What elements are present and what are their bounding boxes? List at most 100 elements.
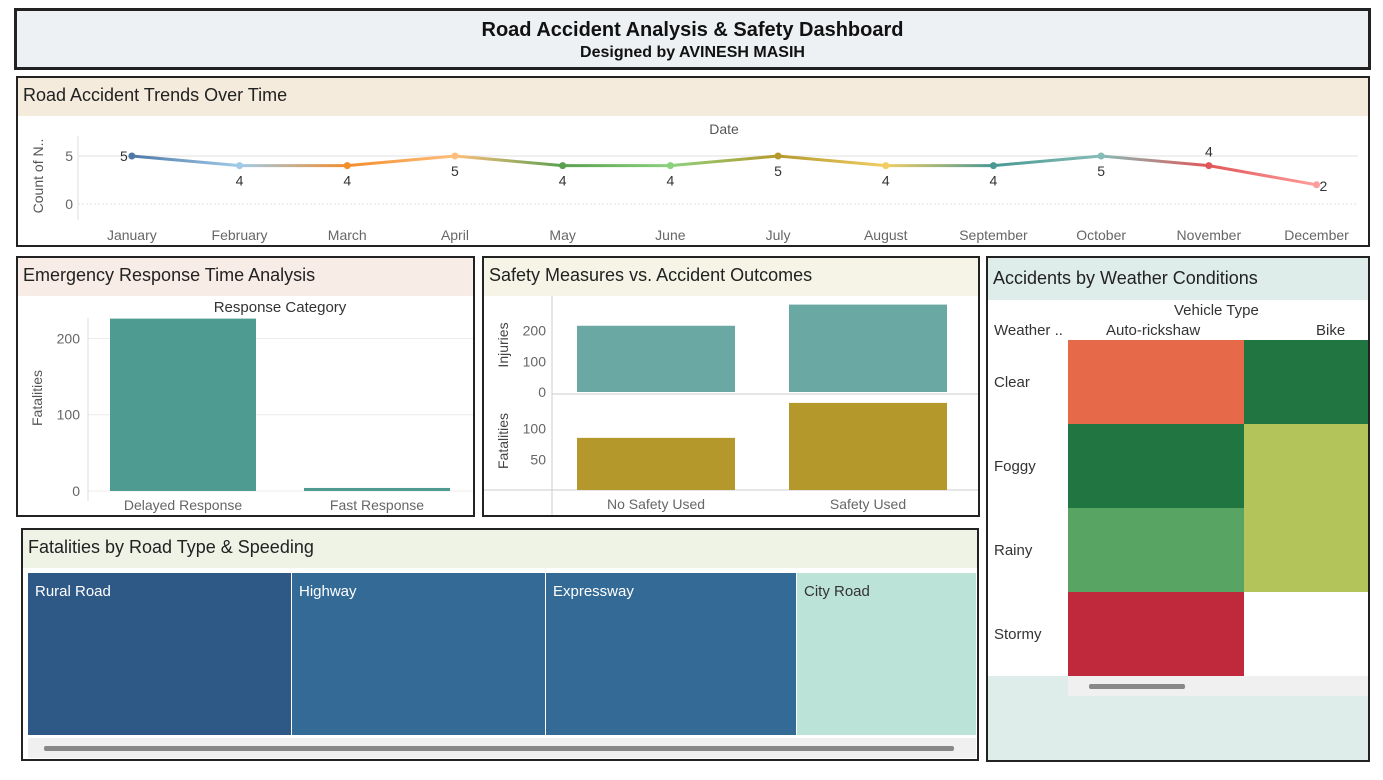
- trend-y-axis-label: Count of N..: [30, 139, 46, 214]
- trend-data-label-march: 4: [343, 173, 351, 189]
- trend-line-segment: [1207, 164, 1319, 187]
- heatmap-cell-rainy-auto-rickshaw[interactable]: [1068, 508, 1244, 592]
- treemap-cell-rural-road[interactable]: Rural Road: [28, 573, 291, 735]
- trend-y-tick: 5: [65, 148, 73, 164]
- safety-y-tick-injuries: 0: [538, 384, 546, 400]
- trend-x-tick-november: November: [1177, 227, 1242, 243]
- heatmap-scrollbar[interactable]: [1068, 676, 1368, 696]
- treemap-cell-city-road[interactable]: City Road: [797, 573, 976, 735]
- trend-x-tick-june: June: [655, 227, 686, 243]
- safety-bar-chart: Injuries 0 100 200 Fatalities 50 100 No Safety …: [484, 296, 978, 515]
- trend-x-tick-october: October: [1076, 227, 1126, 243]
- heatmap-cell-clear-bike[interactable]: [1244, 340, 1368, 424]
- trend-point-august: [882, 162, 890, 170]
- trend-x-tick-january: January: [107, 227, 157, 243]
- trend-chart-title: Date: [709, 121, 739, 137]
- safety-panel-title: Safety Measures vs. Accident Outcomes: [489, 265, 813, 285]
- treemap-label-highway: Highway: [299, 583, 357, 600]
- trend-data-label-april: 5: [451, 163, 459, 179]
- response-y-tick: 100: [57, 407, 81, 423]
- trend-line-chart: Date Count of N.. 0 5 5 January 4 February 4 Marc…: [30, 121, 1358, 243]
- trend-point-february: [236, 162, 244, 170]
- treemap-label-city-road: City Road: [804, 583, 870, 600]
- trend-point-october: [1097, 152, 1105, 160]
- dashboard-title: Road Accident Analysis & Safety Dashboar…: [481, 19, 904, 41]
- trend-line-segment: [345, 154, 457, 168]
- treemap-panel: Fatalities by Road Type & Speeding Rural…: [21, 528, 979, 761]
- heatmap-row-foggy: Foggy: [994, 458, 1036, 475]
- trend-data-label-august: 4: [882, 173, 890, 189]
- safety-bar-fatalities-no-safety-used: [577, 437, 735, 490]
- trend-line-segment: [453, 154, 565, 168]
- trend-point-may: [559, 162, 567, 170]
- trend-point-november: [1205, 162, 1213, 170]
- safety-bar-injuries-safety-used: [789, 304, 947, 392]
- treemap-panel-title: Fatalities by Road Type & Speeding: [28, 537, 314, 557]
- heatmap-cell-foggy-auto-rickshaw[interactable]: [1068, 424, 1244, 508]
- trend-point-june: [666, 162, 674, 170]
- response-bar-fast-response: [304, 487, 450, 491]
- trend-point-march: [343, 162, 351, 170]
- trend-x-tick-april: April: [441, 227, 469, 243]
- safety-bar-fatalities-safety-used: [789, 402, 947, 490]
- trend-data-label-july: 5: [774, 163, 782, 179]
- safety-x-tick-safety-used: Safety Used: [830, 496, 906, 512]
- trend-point-april: [451, 152, 459, 160]
- trend-line-segment: [130, 154, 242, 168]
- trend-data-label-november: 4: [1205, 144, 1213, 160]
- heatmap-col-bike: Bike: [1316, 322, 1346, 339]
- heatmap-grid: Clear Foggy Rainy Stormy: [988, 340, 1368, 676]
- response-panel: Emergency Response Time Analysis Respons…: [16, 256, 475, 517]
- safety-y-tick-injuries: 100: [523, 353, 547, 369]
- treemap-cell-expressway[interactable]: Expressway: [546, 573, 796, 735]
- trend-x-tick-december: December: [1284, 227, 1349, 243]
- safety-y-tick-fatalities: 100: [523, 421, 547, 437]
- trend-data-label-may: 4: [559, 173, 567, 189]
- treemap-label-expressway: Expressway: [553, 583, 634, 600]
- heatmap-row-stormy: Stormy: [994, 626, 1042, 643]
- dashboard-subtitle: Designed by AVINESH MASIH: [580, 44, 805, 61]
- safety-x-tick-no-safety-used: No Safety Used: [607, 496, 705, 512]
- trend-point-july: [774, 152, 782, 160]
- heatmap-column-header: Vehicle Type: [1174, 302, 1259, 319]
- heatmap-cell-stormy-auto-rickshaw[interactable]: [1068, 592, 1244, 676]
- safety-panel: Safety Measures vs. Accident Outcomes In…: [482, 256, 980, 517]
- trend-x-tick-july: July: [766, 227, 791, 243]
- trends-panel: Road Accident Trends Over Time Date Count…: [16, 76, 1370, 247]
- trend-point-january: [128, 152, 136, 160]
- trend-line-segment: [1099, 154, 1211, 168]
- treemap-scrollbar-thumb[interactable]: [44, 746, 954, 751]
- trend-line-segment: [991, 154, 1103, 168]
- response-bar-delayed-response: [110, 318, 256, 491]
- response-bar-chart: Response Category Fatalities 0 100 200 Delaye…: [29, 299, 473, 513]
- trend-data-label-june: 4: [666, 173, 674, 189]
- trend-y-tick: 0: [65, 196, 73, 212]
- heatmap-cell-clear-auto-rickshaw[interactable]: [1068, 340, 1244, 424]
- treemap-scrollbar[interactable]: [28, 738, 976, 758]
- heatmap-col-auto-rickshaw: Auto-rickshaw: [1106, 322, 1201, 339]
- safety-y-tick-fatalities: 50: [530, 451, 546, 467]
- trend-data-label-september: 4: [990, 173, 998, 189]
- trend-line-segment: [668, 154, 780, 168]
- weather-panel-title: Accidents by Weather Conditions: [993, 268, 1258, 288]
- trend-line-segment: [776, 154, 888, 168]
- trend-data-label-october: 5: [1097, 163, 1105, 179]
- heatmap-cell-rainy-bike[interactable]: [1244, 508, 1368, 592]
- heatmap-cell-foggy-bike[interactable]: [1244, 424, 1368, 508]
- response-x-tick-delayed-response: Delayed Response: [124, 497, 243, 513]
- trend-x-tick-september: September: [959, 227, 1028, 243]
- heatmap-cell-stormy-bike[interactable]: [1244, 592, 1368, 676]
- heatmap-row-header: Weather ..: [994, 322, 1063, 339]
- safety-y-label-fatalities: Fatalities: [495, 413, 511, 469]
- trend-x-tick-march: March: [328, 227, 367, 243]
- trend-data-label-december: 2: [1320, 178, 1328, 194]
- trend-point-september: [989, 162, 997, 170]
- treemap-cell-highway[interactable]: Highway: [292, 573, 545, 735]
- response-y-axis-label: Fatalities: [29, 370, 45, 426]
- trend-data-label-january: 5: [120, 148, 128, 164]
- safety-bar-injuries-no-safety-used: [577, 325, 735, 392]
- response-y-tick: 0: [72, 483, 80, 499]
- heatmap-scrollbar-thumb[interactable]: [1089, 684, 1185, 689]
- dashboard-header: Road Accident Analysis & Safety Dashboar…: [14, 8, 1371, 70]
- weather-panel: Accidents by Weather Conditions Vehicle …: [986, 256, 1370, 762]
